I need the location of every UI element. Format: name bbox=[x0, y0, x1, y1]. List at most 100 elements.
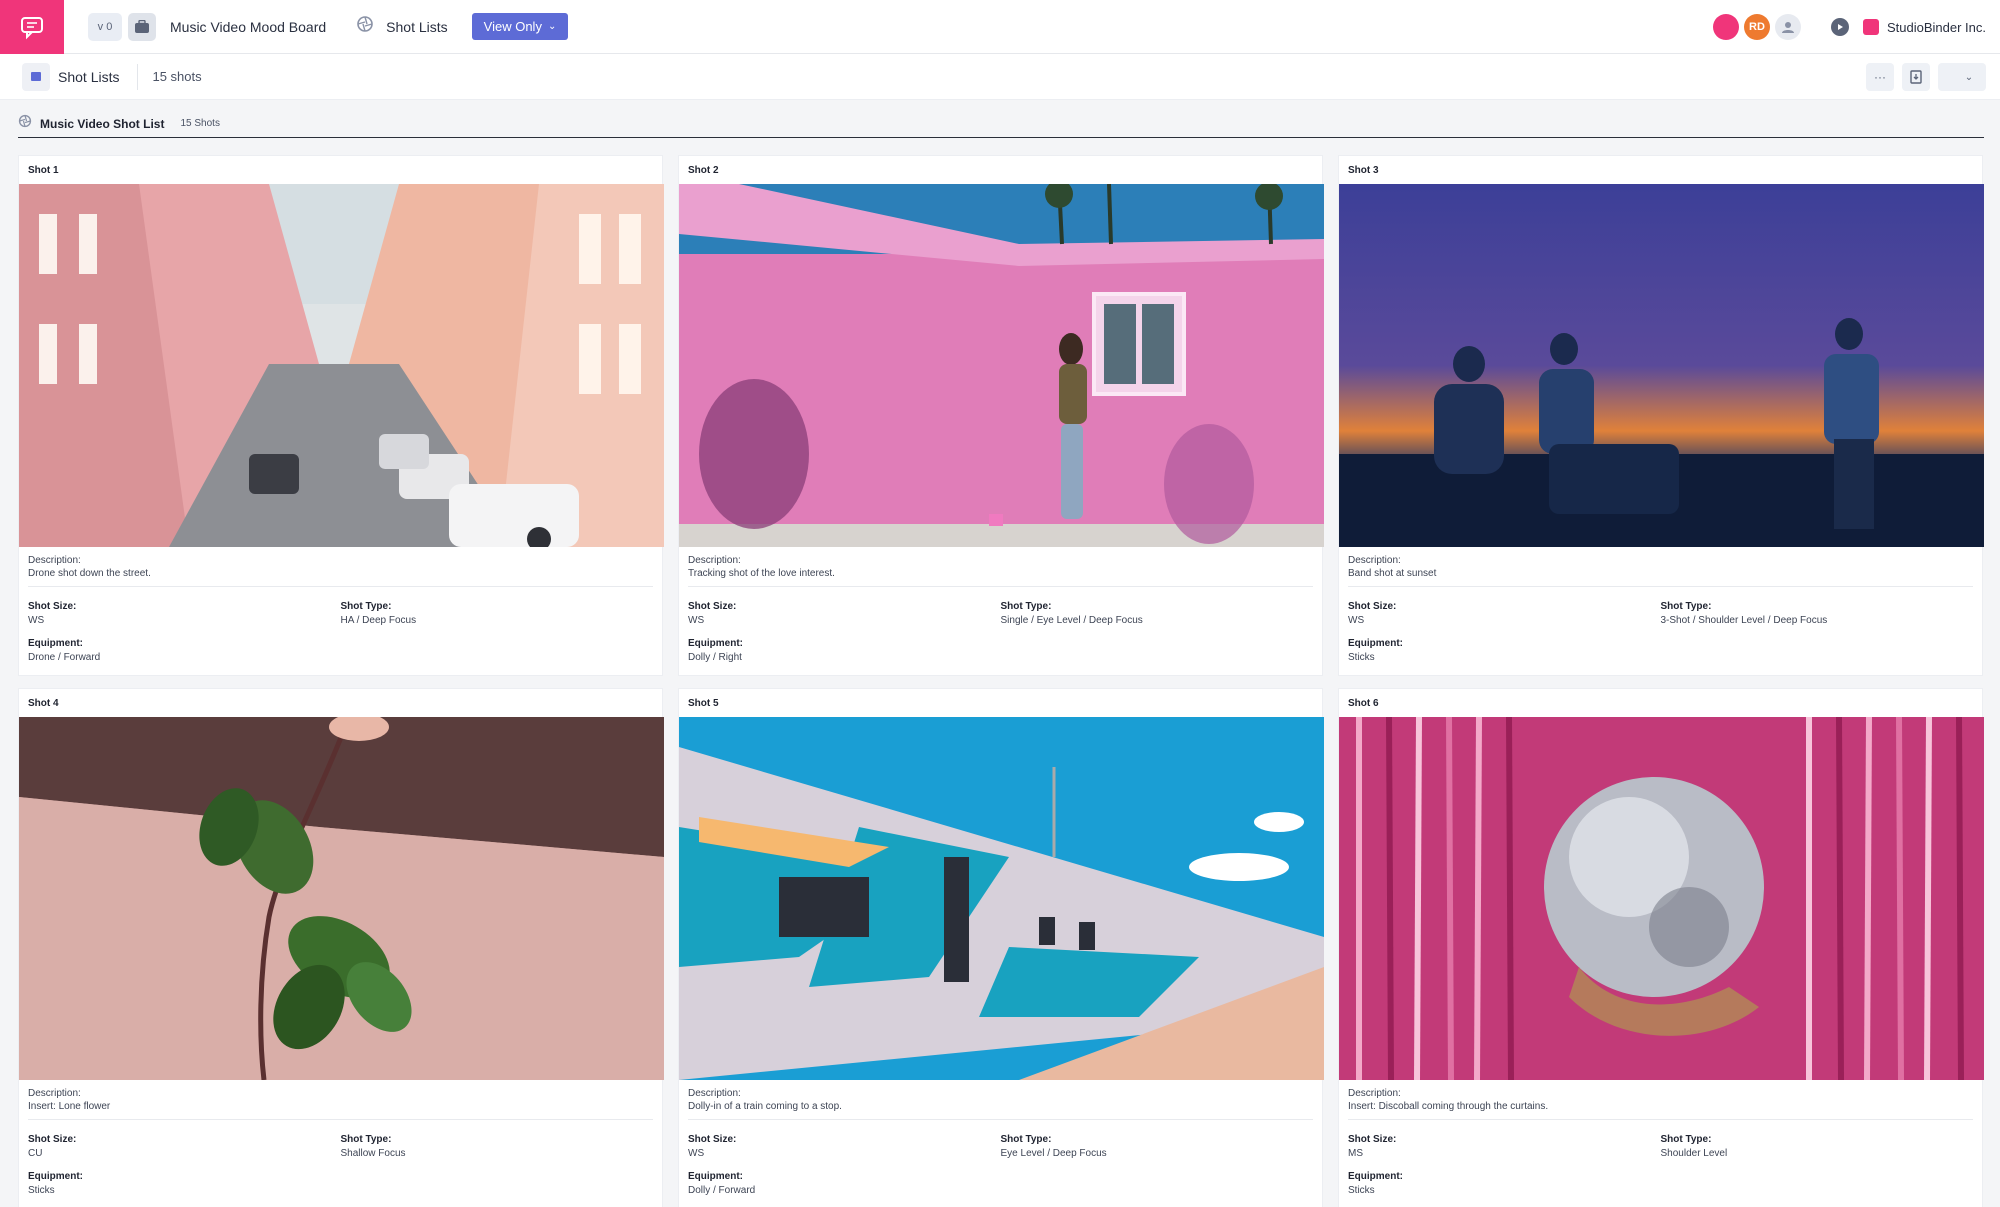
shot-list-count: 15 Shots bbox=[180, 118, 220, 129]
equipment-value: Sticks bbox=[1348, 652, 1375, 663]
shot-image-flower bbox=[19, 717, 664, 1080]
shot-size-label: Shot Size: bbox=[1348, 601, 1397, 612]
shot-type-label: Shot Type: bbox=[1000, 601, 1052, 612]
toolbar-title: Shot Lists bbox=[58, 68, 120, 85]
equipment-label: Equipment: bbox=[688, 638, 743, 649]
project-title[interactable]: Music Video Mood Board bbox=[170, 19, 326, 35]
download-icon[interactable] bbox=[1902, 63, 1930, 91]
shot-card[interactable]: Shot 6 Description: Insert: Discoball co… bbox=[1338, 688, 1984, 1207]
avatar-brand[interactable] bbox=[1712, 14, 1739, 40]
add-user-icon[interactable] bbox=[1774, 14, 1801, 40]
divider bbox=[137, 63, 139, 90]
layout-dropdown[interactable]: ⌄ bbox=[1938, 63, 1986, 91]
app-logo[interactable] bbox=[0, 0, 64, 54]
shot-size-label: Shot Size: bbox=[1348, 1134, 1397, 1145]
shot-card[interactable]: Shot 3 Description: Band shot at sunset … bbox=[1338, 155, 1984, 676]
play-icon[interactable] bbox=[1830, 18, 1849, 36]
divider bbox=[1348, 1119, 1973, 1120]
shot-title: Shot 1 bbox=[28, 164, 59, 176]
shot-size-value: WS bbox=[28, 615, 45, 626]
shot-size-value: MS bbox=[1348, 1148, 1363, 1159]
shot-type-value: HA / Deep Focus bbox=[340, 615, 417, 626]
equipment-value: Dolly / Forward bbox=[688, 1185, 756, 1196]
equipment-label: Equipment: bbox=[28, 1171, 83, 1182]
shot-size-value: WS bbox=[688, 1148, 705, 1159]
description-label: Description: bbox=[28, 555, 81, 566]
view-only-label: View Only bbox=[483, 19, 542, 34]
equipment-value: Drone / Forward bbox=[28, 652, 101, 663]
description-label: Description: bbox=[688, 555, 741, 566]
equipment-label: Equipment: bbox=[1348, 638, 1403, 649]
shot-card[interactable]: Shot 4 Description: Insert: Lone flower bbox=[18, 688, 664, 1207]
shot-type-label: Shot Type: bbox=[340, 1134, 392, 1145]
equipment-label: Equipment: bbox=[688, 1171, 743, 1182]
shot-image-band-sunset bbox=[1339, 184, 1984, 547]
description-value: Band shot at sunset bbox=[1348, 568, 1437, 579]
shot-size-label: Shot Size: bbox=[688, 1134, 737, 1145]
divider bbox=[1348, 586, 1973, 587]
description-label: Description: bbox=[1348, 1088, 1401, 1099]
chat-logo-icon bbox=[21, 16, 43, 39]
shot-size-label: Shot Size: bbox=[688, 601, 737, 612]
shot-list-header: Music Video Shot List 15 Shots bbox=[18, 110, 1984, 138]
shot-title: Shot 4 bbox=[28, 697, 59, 709]
description-value: Dolly-in of a train coming to a stop. bbox=[688, 1101, 842, 1112]
shot-size-label: Shot Size: bbox=[28, 601, 77, 612]
view-only-dropdown[interactable]: View Only ⌄ bbox=[471, 13, 569, 40]
shot-type-value: Eye Level / Deep Focus bbox=[1000, 1148, 1107, 1159]
shot-card[interactable]: Shot 5 Description: Dolly-in of a train … bbox=[678, 688, 1324, 1207]
shot-type-value: Single / Eye Level / Deep Focus bbox=[1000, 615, 1143, 626]
chevron-down-icon: ⌄ bbox=[1964, 71, 1974, 83]
list-icon[interactable] bbox=[22, 62, 50, 91]
divider bbox=[28, 586, 653, 587]
shot-type-value: 3-Shot / Shoulder Level / Deep Focus bbox=[1660, 615, 1828, 626]
more-options-button[interactable]: ··· bbox=[1866, 63, 1894, 91]
description-value: Drone shot down the street. bbox=[28, 568, 151, 579]
version-chip[interactable]: v 0 bbox=[88, 12, 122, 41]
shot-type-label: Shot Type: bbox=[1660, 601, 1712, 612]
shot-size-label: Shot Size: bbox=[28, 1134, 77, 1145]
description-label: Description: bbox=[1348, 555, 1401, 566]
chevron-down-icon: ⌄ bbox=[547, 21, 557, 32]
description-value: Insert: Discoball coming through the cur… bbox=[1348, 1101, 1549, 1112]
description-label: Description: bbox=[688, 1088, 741, 1099]
shot-type-label: Shot Type: bbox=[340, 601, 392, 612]
divider bbox=[28, 1119, 653, 1120]
camera-aperture-icon bbox=[356, 15, 374, 38]
description-label: Description: bbox=[28, 1088, 81, 1099]
top-bar: v 0 Music Video Mood Board Shot Lists Vi… bbox=[0, 0, 2000, 54]
shots-count: 15 shots bbox=[152, 69, 202, 84]
briefcase-icon[interactable] bbox=[128, 12, 156, 41]
shot-lists-toolbar: Shot Lists 15 shots ··· ⌄ bbox=[0, 54, 2000, 100]
shot-image-train bbox=[679, 717, 1324, 1080]
divider bbox=[688, 586, 1313, 587]
shot-type-label: Shot Type: bbox=[1000, 1134, 1052, 1145]
avatar-rd[interactable]: RD bbox=[1743, 14, 1770, 40]
camera-aperture-icon bbox=[18, 114, 32, 133]
description-value: Tracking shot of the love interest. bbox=[688, 568, 835, 579]
shot-title: Shot 6 bbox=[1348, 697, 1379, 709]
shot-image-street bbox=[19, 184, 664, 547]
equipment-value: Sticks bbox=[28, 1185, 55, 1196]
shot-image-discoball bbox=[1339, 717, 1984, 1080]
shot-card[interactable]: Shot 2 Description: Tracking shot of the… bbox=[678, 155, 1324, 676]
shot-size-value: WS bbox=[688, 615, 705, 626]
shot-card[interactable]: Shot 1 Description: Drone shot down the … bbox=[18, 155, 664, 676]
nav-shot-lists[interactable]: Shot Lists bbox=[386, 19, 447, 35]
divider bbox=[688, 1119, 1313, 1120]
description-value: Insert: Lone flower bbox=[28, 1101, 111, 1112]
shot-list-title[interactable]: Music Video Shot List bbox=[40, 117, 164, 131]
equipment-value: Dolly / Right bbox=[688, 652, 742, 663]
shot-image-pink-wall bbox=[679, 184, 1324, 547]
shot-title: Shot 5 bbox=[688, 697, 719, 709]
shot-size-value: CU bbox=[28, 1148, 43, 1159]
company-logo-icon bbox=[1862, 19, 1879, 35]
company-name[interactable]: StudioBinder Inc. bbox=[1887, 20, 1986, 35]
shot-title: Shot 2 bbox=[688, 164, 719, 176]
shot-size-value: WS bbox=[1348, 615, 1365, 626]
equipment-label: Equipment: bbox=[1348, 1171, 1403, 1182]
equipment-value: Sticks bbox=[1348, 1185, 1375, 1196]
shot-type-value: Shallow Focus bbox=[340, 1148, 406, 1159]
shot-type-label: Shot Type: bbox=[1660, 1134, 1712, 1145]
equipment-label: Equipment: bbox=[28, 638, 83, 649]
